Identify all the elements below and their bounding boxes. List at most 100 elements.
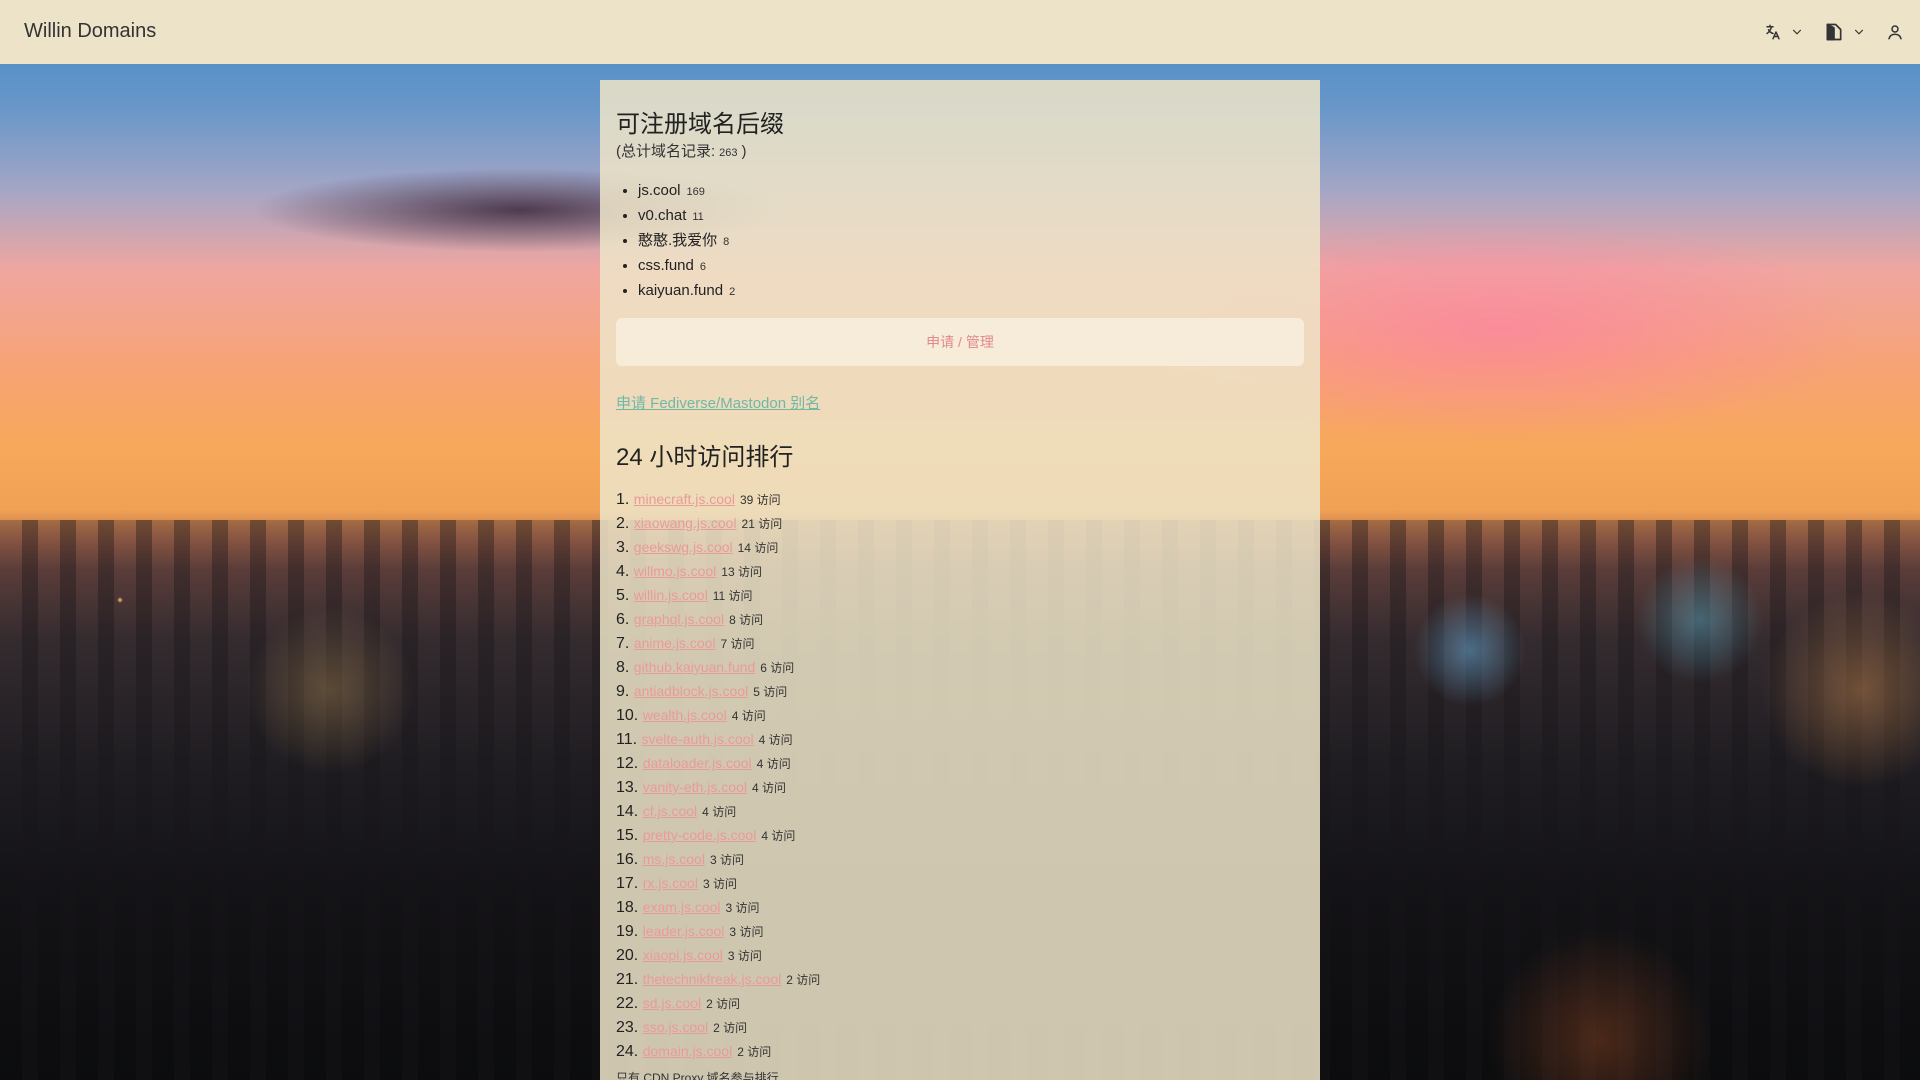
ranking-index: 17.: [616, 875, 639, 892]
ranking-domain-link[interactable]: graphql.js.cool: [634, 611, 724, 627]
ranking-visits: 14 访问: [738, 541, 779, 555]
ranking-domain-link[interactable]: svelte-auth.js.cool: [642, 731, 754, 747]
language-switcher[interactable]: [1764, 23, 1804, 41]
ranking-visits: 3 访问: [703, 877, 737, 891]
ranking-visits: 21 访问: [742, 517, 783, 531]
ranking-domain-link[interactable]: exam.js.cool: [643, 899, 721, 915]
ranking-visits-unit: 访问: [754, 541, 779, 555]
ranking-visits-unit: 访问: [728, 589, 753, 603]
ranking-domain-link[interactable]: domain.js.cool: [643, 1043, 733, 1059]
ranking-domain-link[interactable]: xiaopi.js.cool: [643, 947, 723, 963]
ranking-index: 24.: [616, 1043, 639, 1060]
ranking-visits-unit: 访问: [719, 853, 744, 867]
ranking-index: 21.: [616, 971, 639, 988]
ranking-visits-unit: 访问: [712, 805, 737, 819]
ranking-domain-link[interactable]: github.kaiyuan.fund: [634, 659, 755, 675]
ranking-index: 7.: [616, 635, 630, 652]
ranking-visits-unit: 访问: [730, 637, 755, 651]
ranking-index: 11.: [616, 731, 638, 748]
ranking-visits-count: 4: [756, 757, 764, 771]
list-item: js.cool 169: [638, 179, 1304, 204]
ranking-row: 21. thetechnikfreak.js.cool 2 访问: [616, 967, 1304, 991]
ranking-domain-link[interactable]: xiaowang.js.cool: [634, 515, 737, 531]
ranking-index: 4.: [616, 563, 630, 580]
navbar-actions: [1764, 14, 1904, 50]
list-item: v0.chat 11: [638, 204, 1304, 229]
ranking-visits-count: 4: [758, 733, 766, 747]
ranking-visits-count: 3: [709, 853, 717, 867]
ranking-visits-unit: 访问: [796, 973, 821, 987]
ranking-section-title: 24 小时访问排行: [616, 444, 794, 471]
ranking-visits-unit: 访问: [723, 1021, 748, 1035]
ranking-visits-unit: 访问: [737, 949, 762, 963]
ranking-domain-link[interactable]: minecraft.js.cool: [634, 491, 735, 507]
fediverse-alias-link[interactable]: 申请 Fediverse/Mastodon 别名: [616, 392, 820, 413]
ranking-visits-count: 3: [729, 925, 737, 939]
ranking-visits-unit: 访问: [758, 517, 783, 531]
ranking-visits-unit: 访问: [756, 493, 781, 507]
ranking-footnote: 只有 CDN Proxy 域名参与排行: [616, 1071, 779, 1080]
ranking-domain-link[interactable]: sd.js.cool: [643, 995, 701, 1011]
list-item: 憨憨.我爱你 8: [638, 229, 1304, 254]
ranking-domain-link[interactable]: wealth.js.cool: [643, 707, 727, 723]
ranking-visits-unit: 访问: [763, 685, 788, 699]
ranking-domain-link[interactable]: willin.js.cool: [634, 587, 708, 603]
ranking-visits-unit: 访问: [762, 781, 787, 795]
ranking-domain-link[interactable]: cf.js.cool: [643, 803, 697, 819]
ranking-domain-link[interactable]: ms.js.cool: [643, 851, 705, 867]
suffix-name: css.fund: [638, 257, 694, 274]
chevron-down-icon: [1852, 25, 1866, 39]
ranking-row: 22. sd.js.cool 2 访问: [616, 991, 1304, 1015]
ranking-domain-link[interactable]: rx.js.cool: [643, 875, 698, 891]
ranking-row: 11. svelte-auth.js.cool 4 访问: [616, 727, 1304, 751]
ranking-domain-link[interactable]: thetechnikfreak.js.cool: [643, 971, 782, 987]
ranking-domain-link[interactable]: antiadblock.js.cool: [634, 683, 748, 699]
ranking-visits-unit: 访问: [712, 877, 737, 891]
ranking-domain-link[interactable]: sso.js.cool: [643, 1019, 708, 1035]
list-item: kaiyuan.fund 2: [638, 279, 1304, 304]
ranking-visits: 3 访问: [710, 853, 744, 867]
ranking-row: 17. rx.js.cool 3 访问: [616, 871, 1304, 895]
ranking-visits-count: 13: [721, 565, 735, 579]
ranking-domain-link[interactable]: dataloader.js.cool: [643, 755, 752, 771]
ranking-domain-link[interactable]: vanity-eth.js.cool: [643, 779, 747, 795]
theme-icon: [1824, 22, 1844, 42]
ranking-visits-unit: 访问: [766, 757, 791, 771]
ranking-domain-link[interactable]: anime.js.cool: [634, 635, 716, 651]
ranking-visits: 39 访问: [740, 493, 781, 507]
ranking-domain-link[interactable]: leader.js.cool: [643, 923, 725, 939]
ranking-domain-link[interactable]: pretty-code.js.cool: [643, 827, 757, 843]
apply-manage-button[interactable]: 申请 / 管理: [616, 318, 1304, 366]
ranking-index: 20.: [616, 947, 639, 964]
suffix-name: js.cool: [638, 182, 681, 199]
total-records-prefix: (总计域名记录:: [616, 143, 716, 160]
ranking-visits: 4 访问: [761, 829, 795, 843]
theme-switcher[interactable]: [1824, 22, 1866, 42]
ranking-row: 15. pretty-code.js.cool 4 访问: [616, 823, 1304, 847]
ranking-visits: 4 访问: [757, 757, 791, 771]
ranking-visits: 6 访问: [760, 661, 794, 675]
site-title[interactable]: Willin Domains: [24, 20, 156, 43]
ranking-visits-count: 2: [706, 997, 713, 1011]
ranking-index: 3.: [616, 539, 630, 556]
ranking-visits-count: 8: [729, 613, 736, 627]
ranking-visits: 4 访问: [759, 733, 793, 747]
ranking-visits-unit: 访问: [768, 733, 793, 747]
ranking-visits: 2 访问: [713, 1021, 747, 1035]
user-menu-button[interactable]: [1886, 23, 1904, 41]
suffix-name: 憨憨.我爱你: [638, 232, 718, 249]
ranking-visits-unit: 访问: [739, 613, 764, 627]
ranking-domain-link[interactable]: willmo.js.cool: [634, 563, 716, 579]
ranking-index: 19.: [616, 923, 639, 940]
ranking-visits-unit: 访问: [747, 1045, 772, 1059]
suffix-list: js.cool 169 v0.chat 11 憨憨.我爱你 8 css.fund 6 k…: [616, 179, 1304, 304]
chevron-down-icon: [1790, 25, 1804, 39]
ranking-domain-link[interactable]: geekswg.js.cool: [634, 539, 733, 555]
ranking-row: 10. wealth.js.cool 4 访问: [616, 703, 1304, 727]
ranking-visits-count: 2: [713, 1021, 720, 1035]
ranking-visits: 13 访问: [721, 565, 762, 579]
ranking-visits-unit: 访问: [770, 661, 795, 675]
ranking-visits-count: 2: [786, 973, 793, 987]
ranking-index: 13.: [616, 779, 639, 796]
ranking-visits: 7 访问: [721, 637, 755, 651]
